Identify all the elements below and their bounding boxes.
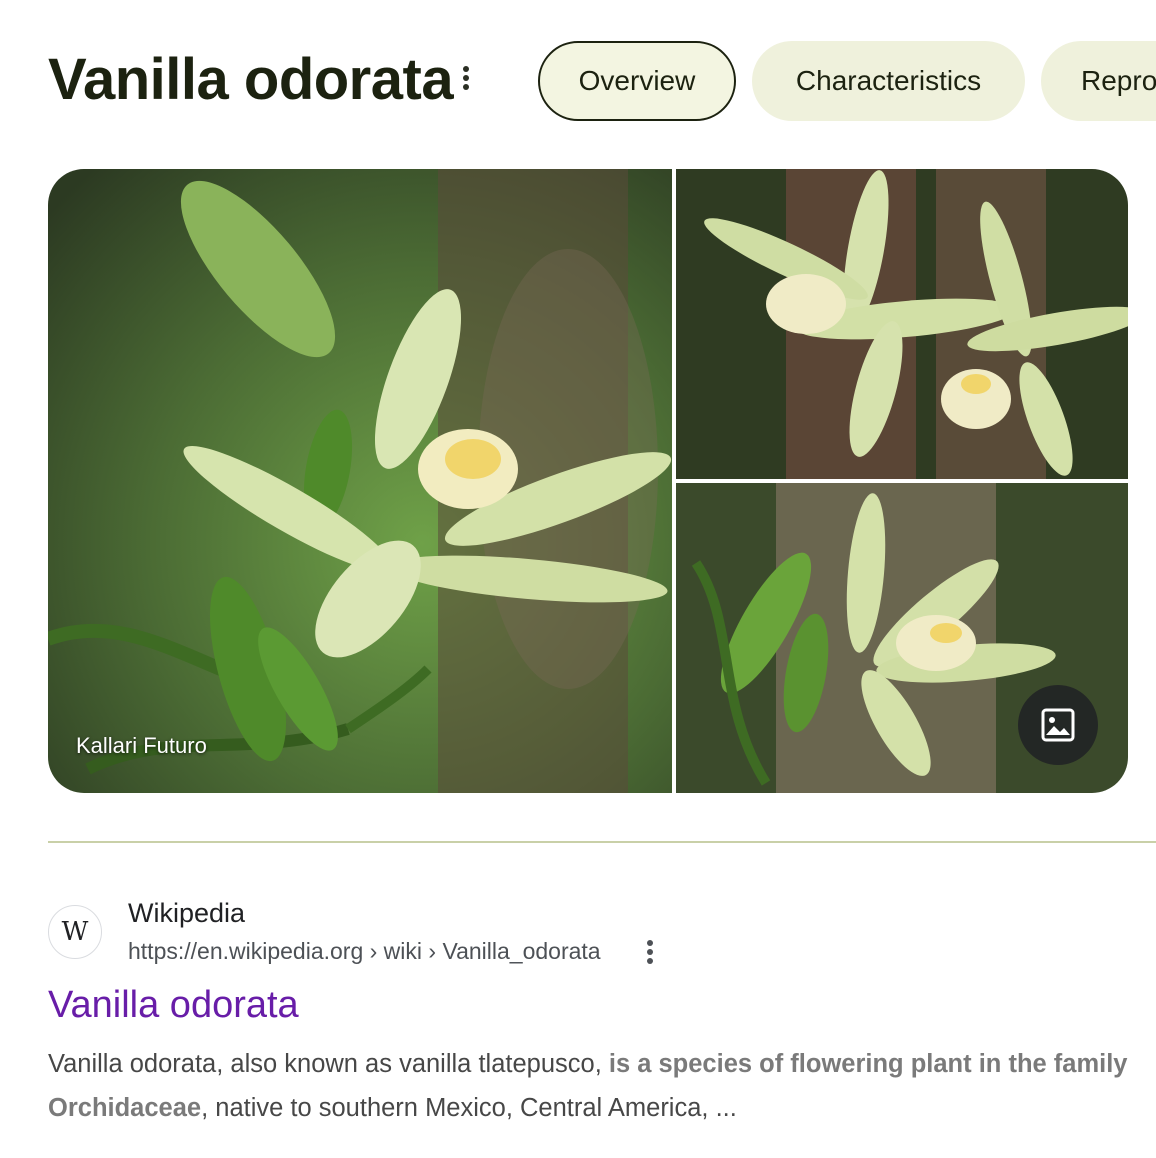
result-url[interactable]: https://en.wikipedia.org › wiki › Vanill…	[128, 938, 601, 965]
snippet-text-end: , native to southern Mexico, Central Ame…	[201, 1094, 737, 1122]
result-snippet: Vanilla odorata, also known as vanilla t…	[48, 1042, 1128, 1130]
main-orchid-image[interactable]	[48, 169, 672, 793]
section-divider	[48, 841, 1156, 843]
more-options-icon[interactable]	[454, 64, 478, 96]
tab-bar: Overview Characteristics Repro	[538, 41, 1156, 121]
result-more-options-icon[interactable]	[638, 938, 662, 970]
result-site-name[interactable]: Wikipedia	[128, 898, 245, 929]
snippet-text: Vanilla odorata, also known as vanilla t…	[48, 1050, 609, 1078]
page-title: Vanilla odorata	[48, 47, 454, 112]
wikipedia-favicon-icon: W	[48, 905, 102, 959]
result-title-link[interactable]: Vanilla odorata	[48, 984, 299, 1027]
image-icon	[1041, 708, 1075, 742]
orchid-image-top-right[interactable]	[676, 169, 1128, 479]
tab-characteristics[interactable]: Characteristics	[752, 41, 1025, 121]
tab-reproduction[interactable]: Repro	[1041, 41, 1156, 121]
more-images-button[interactable]	[1018, 685, 1098, 765]
tab-overview[interactable]: Overview	[538, 41, 736, 121]
image-credit: Kallari Futuro	[76, 733, 207, 758]
image-gallery: Kallari Futuro	[48, 169, 1128, 793]
